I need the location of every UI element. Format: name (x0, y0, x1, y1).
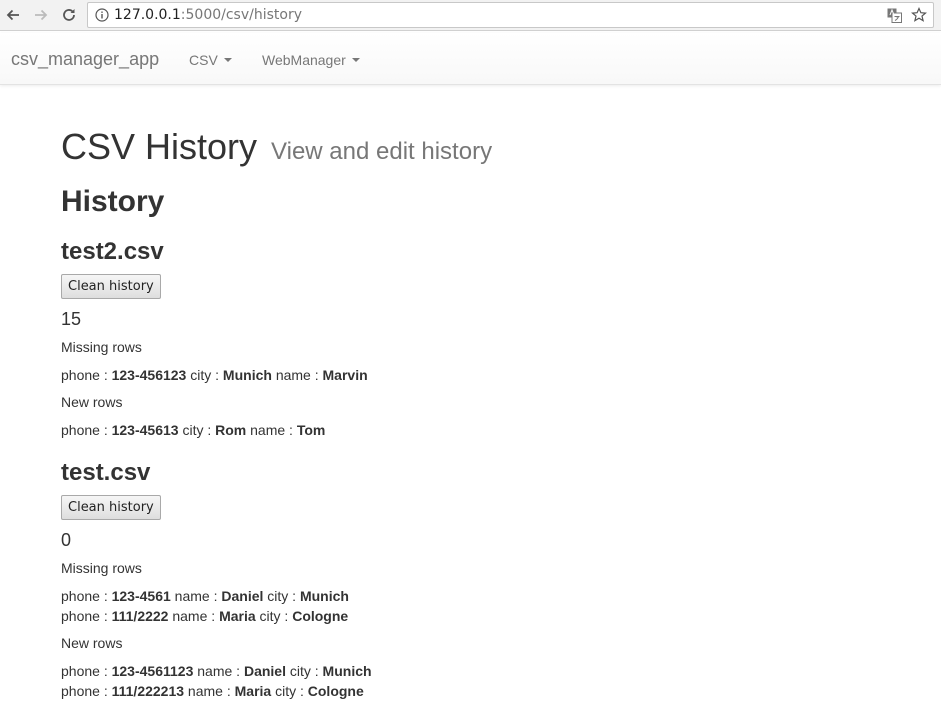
change-count: 0 (61, 530, 72, 550)
url-text: 127.0.0.1:5000/csv/history (114, 7, 302, 23)
field-key: city (289, 663, 311, 679)
field-value: Maria (234, 683, 272, 699)
change-count: 15 (61, 309, 82, 329)
missing-row: phone : 123-4561 name : Daniel city : Mu… (61, 588, 349, 604)
missing-rows-label: Missing rows (61, 339, 142, 355)
webmanager-menu-label: WebManager (262, 52, 346, 68)
field-value: 123-4561 (111, 588, 171, 604)
field-key: name (174, 588, 210, 604)
history-heading: History (61, 185, 165, 218)
new-rows-label: New rows (61, 635, 123, 651)
csv-menu-label: CSV (189, 52, 218, 68)
url-path: :5000/csv/history (180, 7, 303, 23)
field-key: phone (61, 683, 100, 699)
app-navbar: csv_manager_app CSV WebManager (0, 33, 941, 85)
field-value: Munich (222, 367, 272, 383)
field-value: Munich (299, 588, 349, 604)
page-title: CSV History View and edit history (61, 120, 492, 174)
field-value: Daniel (221, 588, 264, 604)
info-icon[interactable] (95, 8, 109, 22)
field-key: name (275, 367, 311, 383)
missing-row: phone : 123-456123 city : Munich name : … (61, 367, 368, 383)
new-row: phone : 123-4561123 name : Daniel city :… (61, 663, 372, 679)
caret-down-icon (351, 58, 360, 62)
field-value: Marvin (322, 367, 368, 383)
url-host: 127.0.0.1 (114, 7, 181, 23)
field-key: city (259, 608, 281, 624)
field-key: phone (61, 608, 100, 624)
new-row: phone : 123-45613 city : Rom name : Tom (61, 422, 326, 438)
field-value: Cologne (292, 608, 349, 624)
field-value: Maria (219, 608, 256, 624)
file-name: test.csv (61, 459, 151, 486)
bookmark-star-icon[interactable] (911, 7, 927, 23)
field-value: 123-45613 (111, 422, 179, 438)
field-value: Tom (296, 422, 326, 438)
brand-link[interactable]: csv_manager_app (11, 49, 159, 70)
clean-history-button[interactable]: Clean history (61, 274, 161, 299)
field-key: name (172, 608, 208, 624)
field-value: 111/2222 (111, 608, 169, 624)
file-name: test2.csv (61, 238, 164, 265)
field-value: Munich (322, 663, 372, 679)
missing-row: phone : 111/2222 name : Maria city : Col… (61, 608, 349, 624)
back-icon[interactable] (2, 4, 24, 26)
field-key: name (197, 663, 233, 679)
field-value: Daniel (243, 663, 286, 679)
field-key: name (187, 683, 223, 699)
field-key: name (250, 422, 286, 438)
new-rows-label: New rows (61, 394, 123, 410)
address-bar[interactable]: 127.0.0.1:5000/csv/history (87, 2, 934, 28)
field-value: 123-4561123 (111, 663, 194, 679)
field-key: phone (61, 663, 100, 679)
forward-icon[interactable] (30, 4, 52, 26)
caret-down-icon (223, 58, 232, 62)
field-key: city (190, 367, 212, 383)
field-value: 123-456123 (111, 367, 187, 383)
missing-rows-label: Missing rows (61, 560, 142, 576)
browser-toolbar: 127.0.0.1:5000/csv/history (0, 0, 941, 31)
webmanager-menu-dropdown[interactable]: WebManager (262, 52, 360, 68)
page-subtitle: View and edit history (271, 138, 493, 165)
field-key: phone (61, 422, 100, 438)
csv-menu-dropdown[interactable]: CSV (189, 52, 232, 68)
clean-history-button[interactable]: Clean history (61, 495, 161, 520)
field-value: Cologne (307, 683, 364, 699)
reload-icon[interactable] (58, 4, 80, 26)
field-key: city (275, 683, 297, 699)
field-value: Rom (215, 422, 247, 438)
field-key: city (267, 588, 289, 604)
field-key: phone (61, 588, 100, 604)
page-title-text: CSV History (61, 126, 258, 167)
field-key: phone (61, 367, 100, 383)
field-key: city (182, 422, 204, 438)
translate-icon[interactable] (887, 8, 902, 23)
field-value: 111/222213 (111, 683, 185, 699)
new-row: phone : 111/222213 name : Maria city : C… (61, 683, 364, 699)
